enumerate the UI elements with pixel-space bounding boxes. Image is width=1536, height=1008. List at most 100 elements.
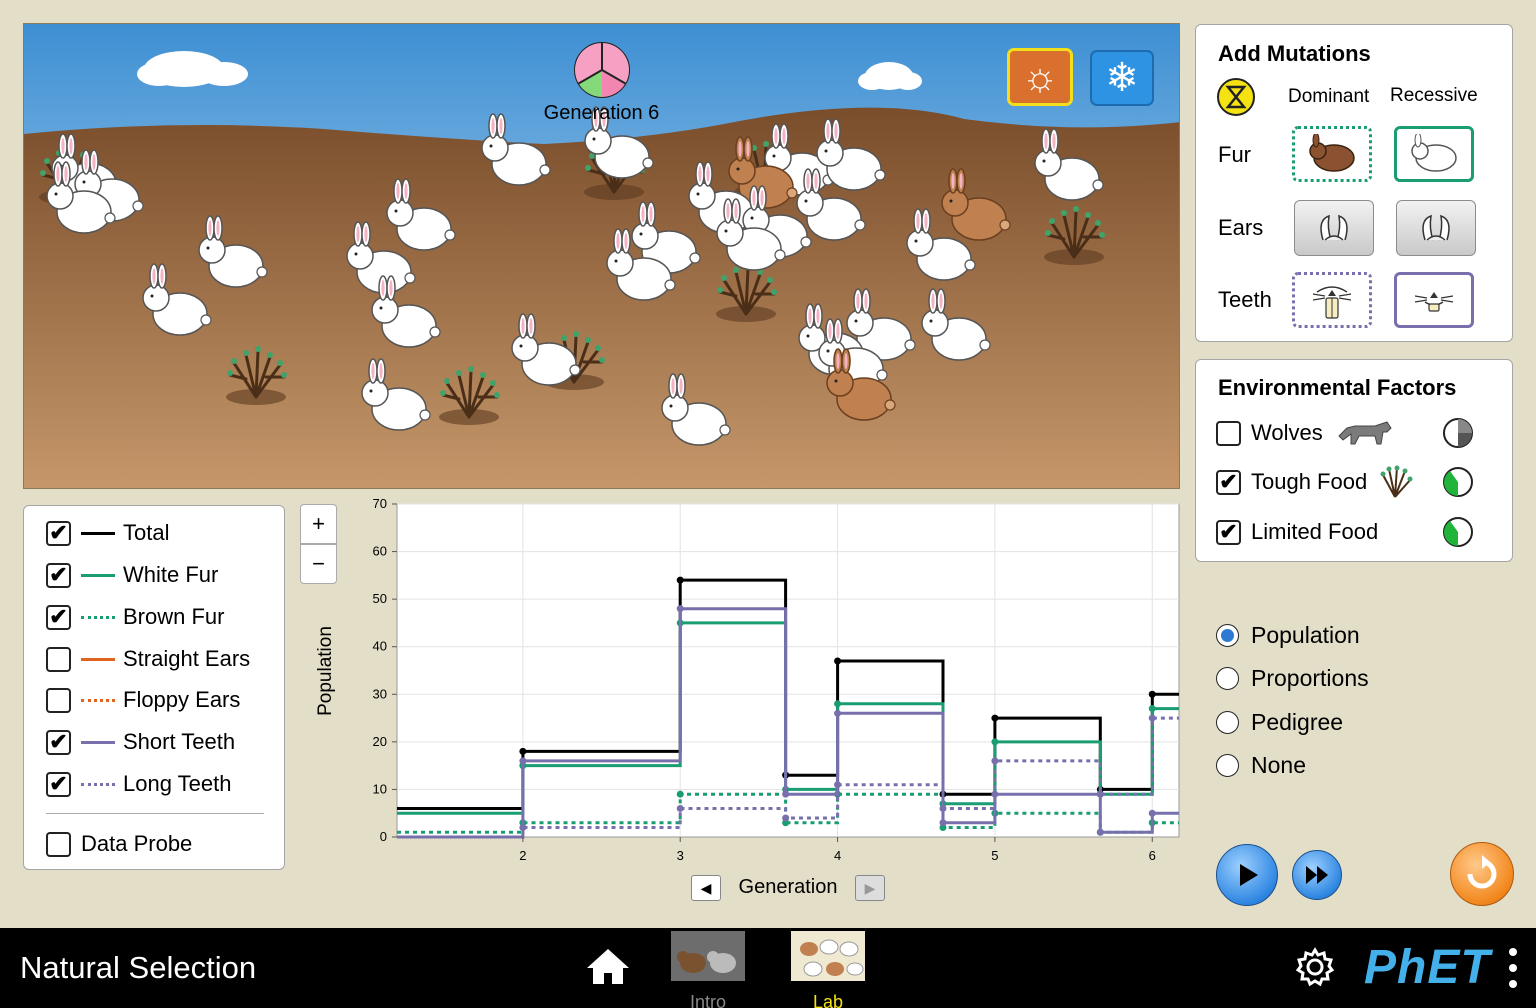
data-point — [676, 576, 684, 584]
radio-pedigree[interactable]: Pedigree — [1216, 707, 1343, 737]
play-icon — [1240, 864, 1258, 886]
legend-total-checkbox[interactable]: ✔ Total — [46, 518, 169, 548]
brown-fur-icon — [1309, 134, 1355, 172]
checkbox-box[interactable] — [1216, 420, 1241, 446]
data-point — [939, 823, 947, 831]
radio-button[interactable] — [1216, 753, 1239, 777]
y-tick-label: 10 — [373, 781, 387, 796]
equator-environment-button[interactable]: ☼ — [1007, 48, 1073, 106]
fur-recessive-button[interactable] — [1394, 126, 1474, 182]
data-point — [1148, 705, 1156, 713]
graph-ticks: 0 10 20 30 40 50 60 70 2 3 4 5 6 — [373, 496, 1156, 863]
checkbox-box[interactable]: ✔ — [46, 562, 71, 588]
arctic-environment-button[interactable]: ❄ — [1090, 50, 1154, 106]
graph-y-axis-label: Population — [315, 626, 336, 716]
zoom-in-button[interactable]: + — [300, 504, 337, 544]
checkbox-box[interactable]: ✔ — [46, 771, 71, 797]
y-tick-label: 40 — [373, 639, 387, 654]
tab-intro[interactable]: Intro — [670, 931, 746, 1008]
checkbox-box[interactable]: ✔ — [46, 604, 71, 630]
data-point — [519, 747, 527, 755]
data-point — [991, 790, 999, 798]
wolves-checkbox[interactable]: Wolves — [1216, 418, 1395, 448]
data-point — [1096, 790, 1104, 798]
zoom-out-button[interactable]: − — [300, 544, 337, 584]
ears-icon — [1320, 214, 1348, 241]
tab-lab[interactable]: Lab — [790, 931, 866, 1008]
tough-food-checkbox[interactable]: ✔ Tough Food — [1216, 465, 1413, 498]
data-point — [782, 790, 790, 798]
graph-grid — [397, 503, 1179, 837]
y-tick-label: 60 — [373, 544, 387, 559]
teeth-recessive-button[interactable] — [1394, 272, 1474, 328]
data-point — [991, 809, 999, 817]
menu-dots-icon[interactable] — [1506, 946, 1520, 990]
data-point — [676, 605, 684, 613]
legend-long-teeth-checkbox[interactable]: ✔ Long Teeth — [46, 769, 231, 799]
checkbox-box[interactable]: ✔ — [1216, 469, 1241, 495]
data-point — [676, 804, 684, 812]
legend-label: Long Teeth — [123, 771, 232, 796]
legend-label: Floppy Ears — [123, 687, 241, 712]
generation-label: Generation 6 — [543, 102, 660, 124]
data-point — [519, 823, 527, 831]
wolves-label: Wolves — [1251, 420, 1323, 445]
graph-x-axis-label: Generation — [738, 876, 838, 898]
checkbox-box[interactable]: ✔ — [46, 729, 71, 755]
series-line-brown-fur — [397, 792, 1179, 834]
legend-white-fur-checkbox[interactable]: ✔ White Fur — [46, 560, 218, 590]
x-tick-label: 3 — [677, 848, 684, 863]
radio-proportions[interactable]: Proportions — [1216, 663, 1369, 693]
data-point — [939, 790, 947, 798]
ears-dominant-button[interactable] — [1294, 200, 1374, 256]
fur-dominant-button[interactable] — [1292, 126, 1372, 182]
data-point — [939, 804, 947, 812]
checkbox-box[interactable]: ✔ — [46, 520, 71, 546]
limited-food-checkbox[interactable]: ✔ Limited Food — [1216, 517, 1378, 547]
data-point — [676, 619, 684, 627]
radio-label: Population — [1251, 621, 1360, 648]
home-icon[interactable] — [585, 946, 631, 986]
teeth-dominant-button[interactable] — [1292, 272, 1372, 328]
checkbox-box[interactable] — [46, 831, 71, 857]
reset-all-button[interactable] — [1450, 842, 1514, 906]
data-probe-checkbox[interactable]: Data Probe — [46, 829, 192, 859]
graph-plot-area — [396, 503, 1180, 838]
radio-none[interactable]: None — [1216, 750, 1306, 780]
radio-button[interactable] — [1216, 666, 1239, 690]
reset-icon — [1467, 855, 1497, 889]
radio-selected-dot — [1221, 628, 1234, 642]
data-point — [782, 819, 790, 827]
ears-recessive-button[interactable] — [1396, 200, 1476, 256]
data-point — [519, 757, 527, 765]
environmental-factors-panel: Environmental Factors Wolves ✔ Tough Foo… — [1195, 359, 1513, 562]
checkbox-box[interactable] — [46, 646, 71, 672]
wolf-icon — [1338, 421, 1392, 445]
legend-straight-ears-checkbox[interactable]: Straight Ears — [46, 644, 250, 674]
x-tick-label: 5 — [991, 848, 998, 863]
checkbox-box[interactable]: ✔ — [1216, 519, 1241, 545]
data-point — [991, 714, 999, 722]
limited-food-timer-icon — [1443, 517, 1473, 547]
radio-button[interactable] — [1216, 623, 1239, 647]
series-line-white-fur — [397, 621, 1179, 815]
gear-icon[interactable] — [1294, 946, 1336, 988]
play-button[interactable] — [1216, 844, 1278, 906]
navigation-bar: Natural Selection Intro Lab PhET — [0, 928, 1536, 1008]
data-point — [1096, 790, 1104, 798]
generation-next-button[interactable]: ▶ — [855, 875, 885, 901]
data-point — [1148, 690, 1156, 698]
legend-brown-fur-checkbox[interactable]: ✔ Brown Fur — [46, 602, 224, 632]
snowflake-icon: ❄ — [1105, 56, 1139, 100]
legend-short-teeth-checkbox[interactable]: ✔ Short Teeth — [46, 727, 235, 757]
radio-population[interactable]: Population — [1216, 620, 1360, 650]
teeth-row-label: Teeth — [1218, 287, 1272, 312]
radio-button[interactable] — [1216, 710, 1239, 734]
data-point — [782, 785, 790, 793]
fast-forward-button[interactable] — [1292, 850, 1342, 900]
phet-logo[interactable]: PhET — [1364, 940, 1491, 995]
checkbox-box[interactable] — [46, 687, 71, 713]
generation-prev-button[interactable]: ◀ — [691, 875, 721, 901]
data-probe-label: Data Probe — [81, 831, 193, 856]
legend-floppy-ears-checkbox[interactable]: Floppy Ears — [46, 685, 240, 715]
